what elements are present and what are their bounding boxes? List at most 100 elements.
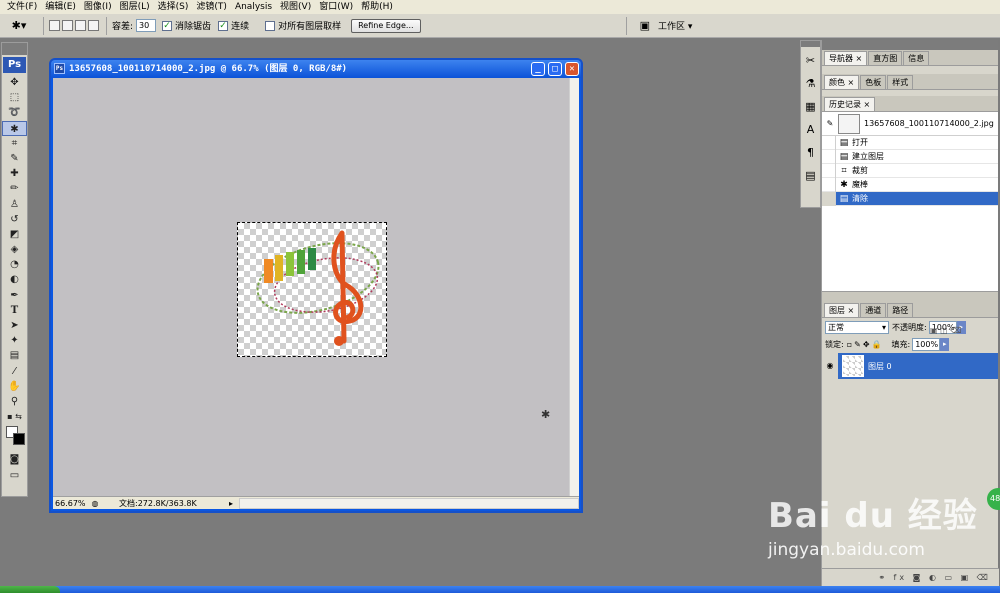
- color-swatches[interactable]: [2, 424, 27, 452]
- image-layer-canvas[interactable]: [237, 222, 387, 357]
- tool-presets-icon[interactable]: ⚗: [803, 75, 818, 93]
- layer-name: 图层 0: [868, 361, 892, 371]
- sample-all-checkbox[interactable]: [265, 20, 276, 31]
- tab-navigator[interactable]: 导航器 ×: [824, 51, 868, 65]
- background-color-swatch[interactable]: [13, 433, 25, 446]
- refine-edge-button[interactable]: Refine Edge...: [351, 18, 421, 33]
- history-item-clear[interactable]: ▤ 清除: [822, 191, 998, 206]
- document-window: Ps 13657608_100110714000_2.jpg @ 66.7% (…: [49, 58, 583, 513]
- healing-brush-icon[interactable]: ✚: [2, 166, 27, 181]
- ps-logo[interactable]: Ps: [3, 57, 26, 73]
- menu-select[interactable]: 选择(S): [154, 0, 193, 14]
- vertical-scrollbar[interactable]: [569, 78, 579, 498]
- tools-panel-grip[interactable]: [2, 43, 27, 55]
- tab-histogram[interactable]: 直方图: [868, 51, 903, 65]
- add-selection-icon[interactable]: [62, 20, 73, 31]
- pen-tool-icon[interactable]: ✒: [2, 288, 27, 303]
- quick-mask-icon[interactable]: ◙: [2, 452, 27, 467]
- history-snapshot[interactable]: ✎ 13657608_100110714000_2.jpg: [822, 112, 998, 136]
- workspace-menu[interactable]: 工作区 ▾: [658, 19, 692, 32]
- menu-edit[interactable]: 编辑(E): [41, 0, 80, 14]
- history-item-magic-wand[interactable]: ✱ 魔棒: [822, 177, 998, 192]
- shape-tool-icon[interactable]: ✦: [2, 333, 27, 348]
- status-menu-icon[interactable]: ◍: [87, 499, 103, 508]
- canvas-area[interactable]: ✱: [53, 78, 569, 498]
- history-item-open[interactable]: ▤ 打开: [822, 135, 998, 150]
- tab-swatches[interactable]: 色板: [860, 75, 887, 89]
- horizontal-scrollbar[interactable]: [239, 497, 579, 509]
- menu-window[interactable]: 窗口(W): [315, 0, 357, 14]
- character-panel-icon[interactable]: A: [803, 121, 818, 139]
- history-item-crop[interactable]: ⌗ 裁剪: [822, 163, 998, 178]
- magic-wand-preset-icon[interactable]: ✱▾: [0, 19, 38, 32]
- paint-bucket-icon[interactable]: ◈: [2, 242, 27, 257]
- file-browser-icon[interactable]: ▣: [640, 19, 650, 32]
- blur-tool-icon[interactable]: ◔: [2, 257, 27, 272]
- eraser-tool-icon[interactable]: ◩: [2, 227, 27, 242]
- layer-comps-icon[interactable]: ▦: [803, 98, 818, 116]
- fill-input[interactable]: 100%: [912, 338, 941, 351]
- lasso-tool-icon[interactable]: ➰: [2, 105, 27, 120]
- magic-wand-tool-icon[interactable]: ✱: [2, 120, 27, 136]
- document-icon: ▤: [839, 151, 849, 162]
- type-tool-icon[interactable]: T: [2, 303, 27, 318]
- eye-visibility-icon[interactable]: ◉: [822, 353, 838, 379]
- crop-tool-icon[interactable]: ⌗: [2, 136, 27, 151]
- marquee-tool-icon[interactable]: ⬚: [2, 90, 27, 105]
- slice-tool-icon[interactable]: ✎: [2, 151, 27, 166]
- maximize-icon[interactable]: □: [548, 62, 562, 76]
- history-item-new-layer[interactable]: ▤ 建立图层: [822, 149, 998, 164]
- zoom-level[interactable]: 66.67%: [53, 499, 87, 508]
- antialias-checkbox[interactable]: ✓: [162, 20, 173, 31]
- zoom-tool-icon[interactable]: ⚲: [2, 394, 27, 409]
- brush-tool-icon[interactable]: ✏: [2, 181, 27, 196]
- tab-info[interactable]: 信息: [903, 51, 930, 65]
- start-button[interactable]: [0, 586, 60, 593]
- screen-mode-icon[interactable]: ▭: [2, 468, 27, 483]
- fill-arrow-icon[interactable]: ▸: [940, 338, 950, 351]
- tab-layers[interactable]: 图层 ×: [824, 303, 860, 317]
- tolerance-label: 容差:: [112, 22, 134, 32]
- history-brush-icon[interactable]: ↺: [2, 212, 27, 227]
- status-arrow-icon[interactable]: ▸: [229, 499, 239, 508]
- menu-image[interactable]: 图像(I): [80, 0, 116, 14]
- tolerance-input[interactable]: 30: [136, 19, 157, 32]
- menu-file[interactable]: 文件(F): [3, 0, 41, 14]
- notes-tool-icon[interactable]: ▤: [2, 348, 27, 363]
- tab-color[interactable]: 颜色 ×: [824, 75, 860, 89]
- contiguous-checkbox[interactable]: ✓: [218, 20, 229, 31]
- hand-tool-icon[interactable]: ✋: [2, 379, 27, 394]
- minimize-icon[interactable]: _: [531, 62, 545, 76]
- menu-view[interactable]: 视图(V): [276, 0, 315, 14]
- clone-stamp-icon[interactable]: ♙: [2, 197, 27, 212]
- actions-panel-icon[interactable]: ▤: [803, 167, 818, 185]
- menu-layer[interactable]: 图层(L): [116, 0, 154, 14]
- intersect-selection-icon[interactable]: [88, 20, 99, 31]
- history-footer-icons[interactable]: ▣ ◫ ⌫: [930, 326, 962, 335]
- panel-strip-grip[interactable]: [801, 41, 820, 47]
- document-titlebar[interactable]: Ps 13657608_100110714000_2.jpg @ 66.7% (…: [51, 60, 581, 78]
- subtract-selection-icon[interactable]: [75, 20, 86, 31]
- menu-analysis[interactable]: Analysis: [231, 0, 276, 14]
- layer-row[interactable]: ◉ 图层 0: [822, 353, 998, 379]
- menu-filter[interactable]: 滤镜(T): [192, 0, 231, 14]
- tab-channels[interactable]: 通道: [860, 303, 887, 317]
- tab-paths[interactable]: 路径: [887, 303, 914, 317]
- dodge-tool-icon[interactable]: ◐: [2, 272, 27, 287]
- treble-clef-image: [256, 230, 380, 346]
- swap-colors-icon[interactable]: ▪ ⇆: [2, 409, 27, 424]
- move-tool-icon[interactable]: ✥: [2, 75, 27, 90]
- close-icon[interactable]: ✕: [565, 62, 579, 76]
- menu-help[interactable]: 帮助(H): [357, 0, 397, 14]
- blend-mode-select[interactable]: 正常 ▾: [825, 320, 889, 334]
- tab-history[interactable]: 历史记录 ×: [824, 97, 876, 111]
- paragraph-panel-icon[interactable]: ¶: [803, 144, 818, 162]
- tab-styles[interactable]: 样式: [887, 75, 914, 89]
- path-selection-icon[interactable]: ➤: [2, 318, 27, 333]
- layers-footer-icons[interactable]: ⚭ fx ◙ ◐ ▭ ▣ ⌫: [822, 568, 999, 588]
- new-selection-icon[interactable]: [49, 20, 60, 31]
- brushes-panel-icon[interactable]: ✂: [803, 52, 818, 70]
- dock-grip[interactable]: [822, 40, 998, 50]
- lock-icons[interactable]: ▫✎✥🔒: [847, 340, 884, 349]
- eyedropper-tool-icon[interactable]: ⁄: [2, 364, 27, 379]
